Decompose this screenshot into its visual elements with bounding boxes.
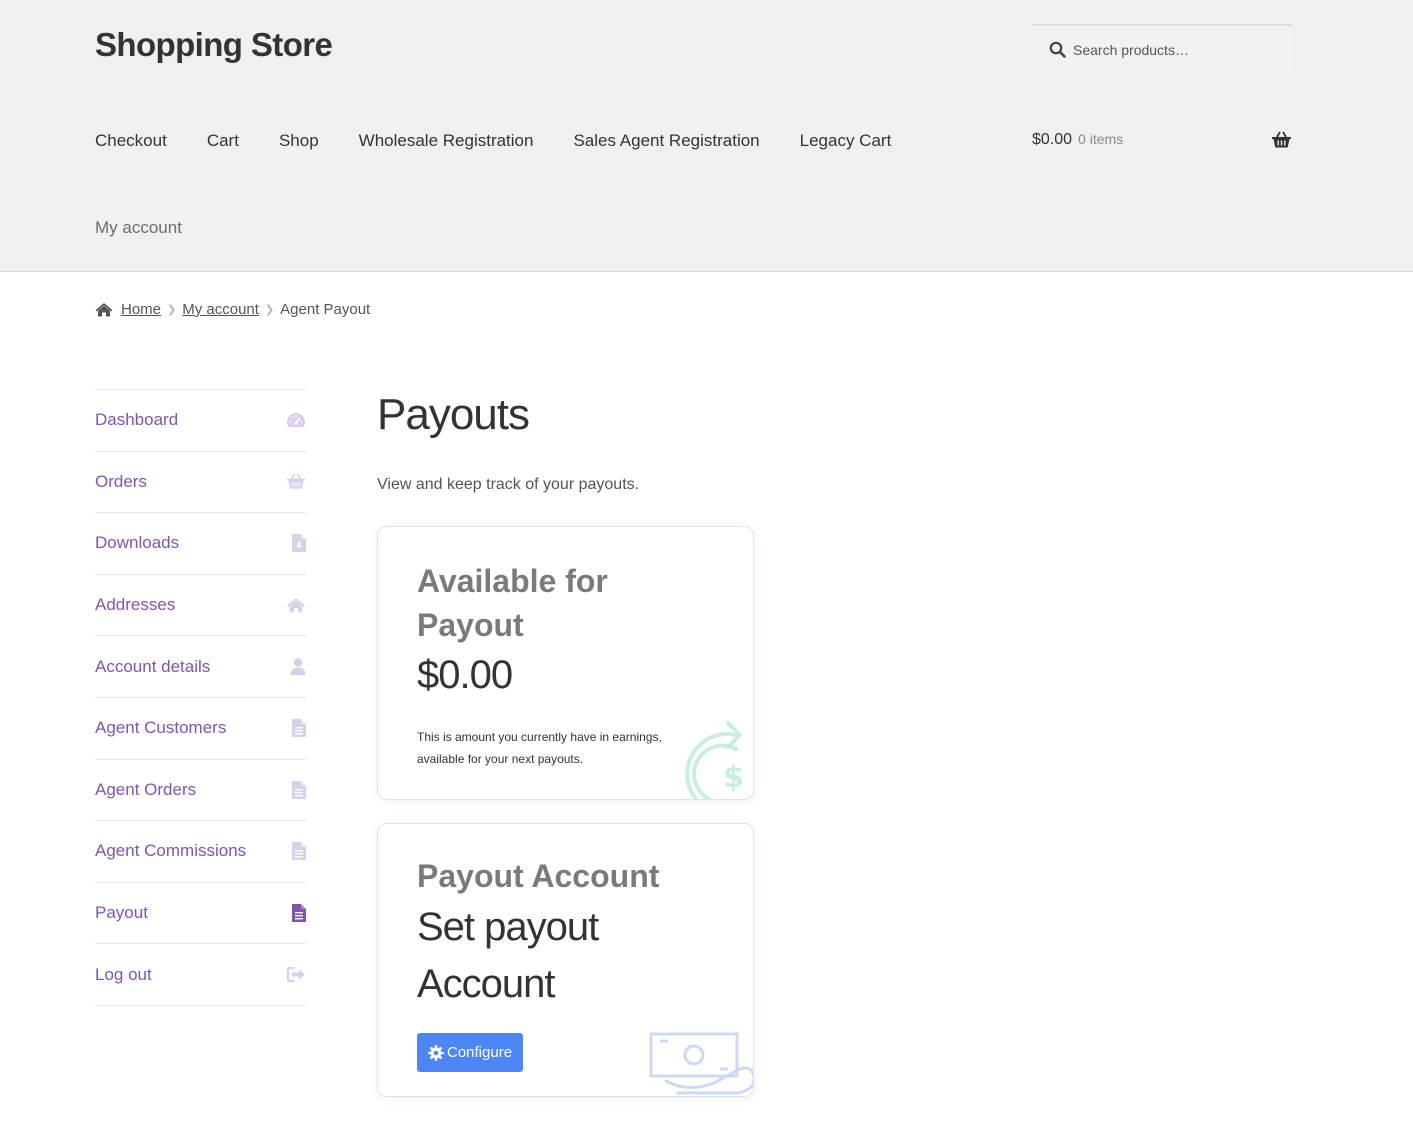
search-input[interactable] <box>1032 25 1292 74</box>
nav-item-sales-agent-registration[interactable]: Sales Agent Registration <box>573 131 759 151</box>
sidebar-item-agent-orders[interactable]: Agent Orders <box>95 760 306 822</box>
sidebar-item-label: Addresses <box>95 595 176 615</box>
basket-icon <box>284 472 306 492</box>
site-title[interactable]: Shopping Store <box>95 26 333 64</box>
sidebar-item-downloads[interactable]: Downloads <box>95 513 306 575</box>
site-header: Shopping Store Checkout Cart Shop Wholes… <box>0 0 1413 272</box>
header-cart[interactable]: $0.00 0 items <box>1032 131 1292 153</box>
cash-hand-icon <box>649 1032 753 1095</box>
sidebar-item-label: Log out <box>95 964 152 984</box>
sidebar-item-label: Agent Commissions <box>95 841 247 861</box>
page-title: Payouts <box>377 390 530 439</box>
card-title: Payout Account <box>417 858 660 894</box>
sidebar-item-payout[interactable]: Payout <box>95 883 306 945</box>
home-icon <box>95 303 113 317</box>
card-title: Available for Payout <box>417 563 608 643</box>
sidebar-item-label: Downloads <box>95 533 180 553</box>
configure-button[interactable]: Configure <box>417 1033 524 1072</box>
page-intro: View and keep track of your payouts. <box>377 476 640 493</box>
chevron-right-icon: ❯ <box>167 304 177 316</box>
document-icon <box>284 780 306 800</box>
primary-nav: Checkout Cart Shop Wholesale Registratio… <box>95 131 931 151</box>
user-icon <box>284 657 306 677</box>
account-navigation: Dashboard Orders Downloads Addresses Acc… <box>95 389 306 1006</box>
card-value: Set payout Account <box>417 905 599 1006</box>
document-icon <box>284 841 306 861</box>
money-cycle-icon: $ <box>685 721 744 799</box>
nav-item-legacy-cart[interactable]: Legacy Cart <box>800 131 892 151</box>
card-description: This is amount you currently have in ear… <box>417 730 662 766</box>
sidebar-item-addresses[interactable]: Addresses <box>95 575 306 637</box>
sidebar-item-orders[interactable]: Orders <box>95 452 306 514</box>
breadcrumb-my-account[interactable]: My account <box>182 301 259 318</box>
cart-amount: $0.00 <box>1032 131 1073 148</box>
document-icon <box>284 903 306 923</box>
available-payout-card: Available for Payout $0.00 This is amoun… <box>377 526 754 800</box>
nav-item-cart[interactable]: Cart <box>207 131 239 151</box>
payout-account-card: Payout Account Set payout Account Config… <box>377 823 754 1097</box>
file-download-icon <box>284 533 306 553</box>
sidebar-item-account-details[interactable]: Account details <box>95 636 306 698</box>
breadcrumb-home[interactable]: Home <box>121 301 161 318</box>
sidebar-item-label: Orders <box>95 471 147 491</box>
configure-button-label: Configure <box>447 1044 513 1061</box>
breadcrumb: Home ❯ My account ❯ Agent Payout <box>95 301 370 318</box>
document-icon <box>284 718 306 738</box>
sidebar-item-dashboard[interactable]: Dashboard <box>95 390 306 452</box>
nav-item-my-account[interactable]: My account <box>95 218 182 238</box>
card-value: $0.00 <box>417 653 513 697</box>
chevron-right-icon: ❯ <box>264 304 275 316</box>
sidebar-item-label: Dashboard <box>95 410 179 430</box>
nav-item-wholesale-registration[interactable]: Wholesale Registration <box>359 131 534 151</box>
nav-item-shop[interactable]: Shop <box>279 131 319 151</box>
gear-icon <box>428 1044 444 1061</box>
home-icon <box>284 595 306 615</box>
sign-out-icon <box>284 965 306 985</box>
sidebar-item-log-out[interactable]: Log out <box>95 944 306 1006</box>
sidebar-item-label: Agent Orders <box>95 779 197 799</box>
cart-count: 0 items <box>1078 131 1124 147</box>
main-content: Payouts View and keep track of your payo… <box>377 390 639 493</box>
nav-item-checkout[interactable]: Checkout <box>95 131 167 151</box>
sidebar-item-label: Payout <box>95 903 148 923</box>
sidebar-item-agent-customers[interactable]: Agent Customers <box>95 698 306 760</box>
breadcrumb-current: Agent Payout <box>280 301 371 318</box>
sidebar-item-label: Agent Customers <box>95 718 227 738</box>
search-form <box>1032 24 1292 74</box>
basket-icon <box>1272 131 1291 148</box>
sidebar-item-agent-commissions[interactable]: Agent Commissions <box>95 821 306 883</box>
svg-text:$: $ <box>723 760 744 795</box>
dashboard-icon <box>284 410 306 430</box>
sidebar-item-label: Account details <box>95 656 211 676</box>
